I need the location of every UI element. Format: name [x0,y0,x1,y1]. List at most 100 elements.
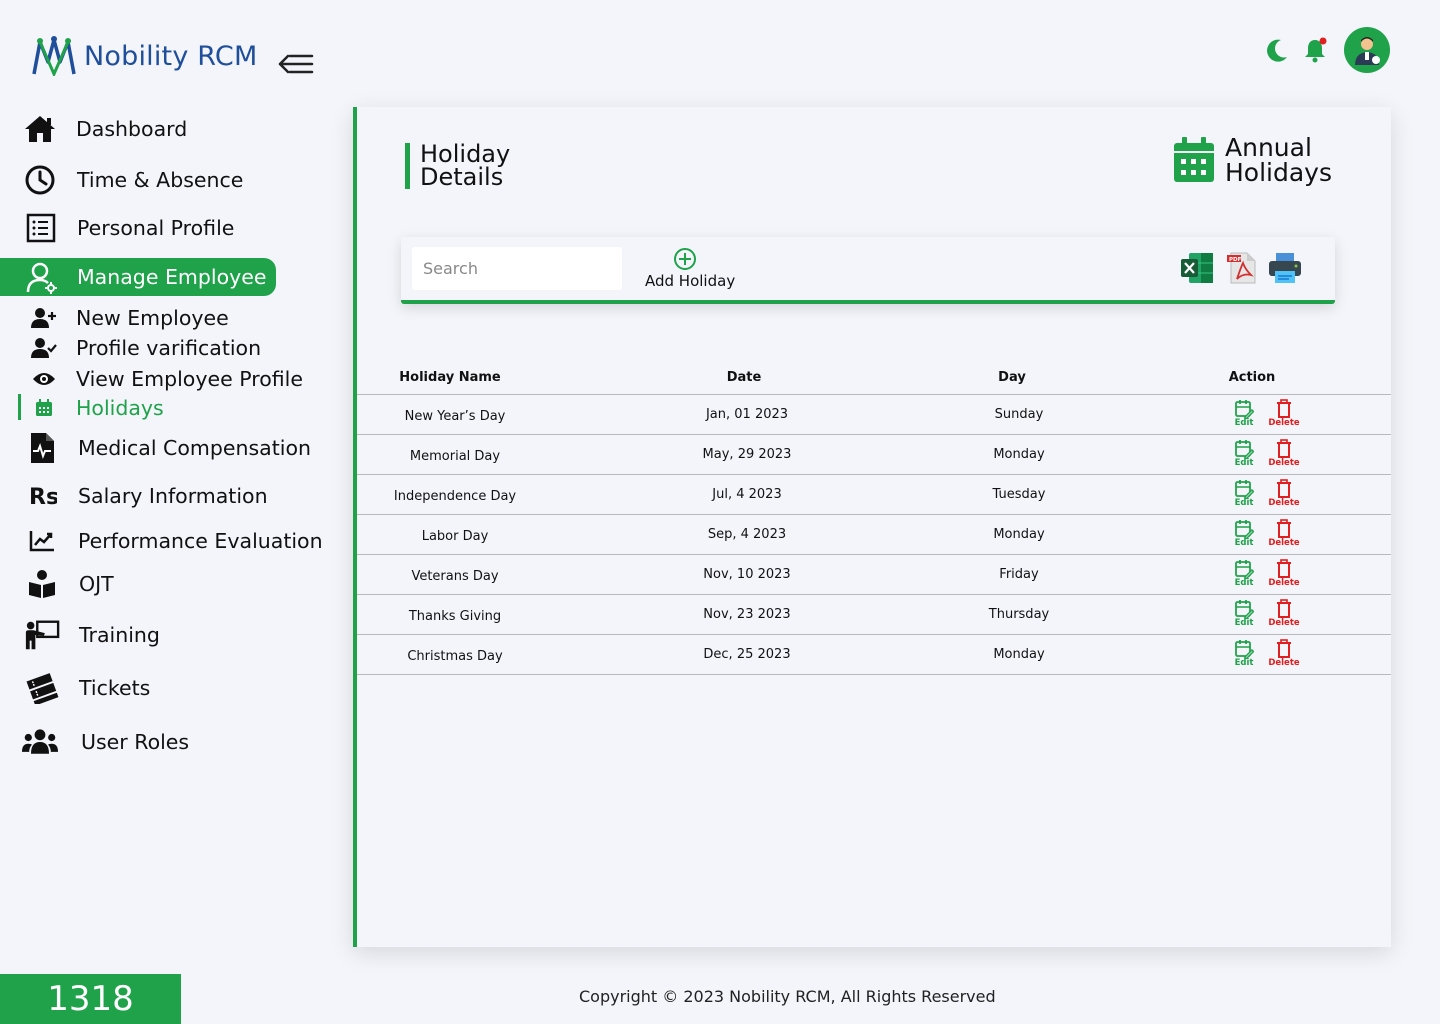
delete-label: Delete [1268,658,1300,668]
edit-label: Edit [1234,498,1254,508]
edit-label: Edit [1234,458,1254,468]
row-actions: Edit Delete [1227,399,1307,428]
edit-label: Edit [1234,618,1254,628]
sidebar-item-label: Personal Profile [77,216,235,240]
date-cell: Sep, 4 2023 [707,527,787,542]
pdf-icon[interactable]: PDF [1223,251,1259,285]
holiday-name-cell: Thanks Giving [408,609,502,624]
sidebar-item-performance-evaluation[interactable]: Performance Evaluation [24,525,323,557]
edit-button[interactable]: Edit [1227,479,1261,508]
table-row: Veterans Day Nov, 10 2023 Friday Edit De… [357,555,1391,595]
delete-button[interactable]: Delete [1267,439,1301,468]
sidebar-item-label: Time & Absence [77,168,244,192]
sidebar-item-ojt[interactable]: OJT [24,568,114,600]
sidebar-item-salary-information[interactable]: Rs Salary Information [24,480,268,512]
sidebar-item-tickets[interactable]: Tickets [24,672,150,704]
edit-button[interactable]: Edit [1227,399,1261,428]
sidebar-item-dashboard[interactable]: Dashboard [22,113,187,145]
rupee-icon: Rs [24,480,60,512]
table-row: Independence Day Jul, 4 2023 Tuesday Edi… [357,475,1391,515]
delete-button[interactable]: Delete [1267,479,1301,508]
annual-holidays-label: Annual Holidays [1225,133,1332,187]
sidebar-item-manage-employee[interactable]: Manage Employee [0,258,276,296]
holiday-name-cell: Christmas Day [407,649,503,664]
menu-collapse-icon[interactable] [276,50,316,78]
app-logo[interactable]: Nobility RCM [30,36,257,76]
edit-calendar-icon [1235,480,1254,499]
day-cell: Tuesday [992,487,1046,502]
top-actions [1264,27,1390,73]
edit-button[interactable]: Edit [1227,599,1261,628]
date-cell: Jul, 4 2023 [712,487,782,502]
holidays-table: Holiday Name Date Day Action New Year’s … [357,369,1391,675]
edit-button[interactable]: Edit [1227,519,1261,548]
delete-button[interactable]: Delete [1267,599,1301,628]
row-actions: Edit Delete [1227,559,1307,588]
date-cell: Nov, 10 2023 [703,567,791,582]
delete-button[interactable]: Delete [1267,559,1301,588]
home-icon [22,113,58,145]
row-actions: Edit Delete [1227,639,1307,668]
delete-label: Delete [1268,498,1300,508]
export-actions: PDF [1171,251,1303,285]
sidebar-item-label: Manage Employee [77,265,267,289]
delete-label: Delete [1268,578,1300,588]
trash-icon [1277,399,1291,418]
sidebar-subitem-label: View Employee Profile [76,367,303,391]
tickets-icon [24,672,60,704]
delete-button[interactable]: Delete [1267,519,1301,548]
book-reader-icon [24,568,60,600]
row-actions: Edit Delete [1227,599,1307,628]
edit-button[interactable]: Edit [1227,439,1261,468]
printer-icon[interactable] [1267,251,1303,285]
bell-icon[interactable] [1302,37,1328,63]
holiday-name-cell: Independence Day [393,489,517,504]
row-actions: Edit Delete [1227,439,1307,468]
sidebar-item-medical-compensation[interactable]: Medical Compensation [24,432,311,464]
delete-button[interactable]: Delete [1267,399,1301,428]
holiday-name-cell: New Year’s Day [404,409,506,424]
moon-icon[interactable] [1264,37,1290,63]
table-row: Christmas Day Dec, 25 2023 Monday Edit D… [357,635,1391,675]
sidebar-item-label: Dashboard [76,117,188,141]
table-row: Labor Day Sep, 4 2023 Monday Edit Delete [357,515,1391,555]
edit-calendar-icon [1235,560,1254,579]
app-name: Nobility RCM [84,40,258,72]
sidebar-subitem-view-employee-profile[interactable]: View Employee Profile [30,367,303,391]
delete-label: Delete [1268,538,1300,548]
annual-holidays-header[interactable]: Annual Holidays [1173,135,1335,185]
clock-icon [22,164,58,196]
date-cell: Jan, 01 2023 [705,407,789,422]
column-header-date: Date [726,370,762,385]
trash-icon [1277,479,1291,498]
excel-icon[interactable] [1179,251,1215,285]
sidebar-subitem-profile-varification[interactable]: Profile varification [30,336,261,360]
add-holiday-button[interactable]: Add Holiday [645,247,745,290]
delete-label: Delete [1268,618,1300,628]
footer-copyright: Copyright © 2023 Nobility RCM, All Right… [579,987,996,1006]
sidebar-item-training[interactable]: Training [24,619,160,651]
teacher-board-icon [24,619,60,651]
page-title: Holiday Details [405,142,535,189]
sidebar-subitem-new-employee[interactable]: New Employee [30,306,229,330]
search-input[interactable] [412,247,622,290]
sidebar-item-time-absence[interactable]: Time & Absence [22,164,243,196]
users-icon [22,726,58,758]
sidebar-item-personal-profile[interactable]: Personal Profile [22,212,234,244]
record-counter: 1318 [0,974,181,1024]
avatar[interactable] [1344,27,1390,73]
edit-button[interactable]: Edit [1227,639,1261,668]
column-header-action: Action [1228,370,1276,385]
eye-icon [30,368,58,390]
sidebar-subitem-holidays[interactable]: Holidays [30,396,164,420]
edit-calendar-icon [1235,440,1254,459]
delete-label: Delete [1268,418,1300,428]
edit-button[interactable]: Edit [1227,559,1261,588]
holiday-name-cell: Veterans Day [411,569,499,584]
day-cell: Monday [993,527,1045,542]
trash-icon [1277,519,1291,538]
sidebar-item-user-roles[interactable]: User Roles [22,726,189,758]
date-cell: Nov, 23 2023 [703,607,791,622]
delete-button[interactable]: Delete [1267,639,1301,668]
edit-calendar-icon [1235,400,1254,419]
